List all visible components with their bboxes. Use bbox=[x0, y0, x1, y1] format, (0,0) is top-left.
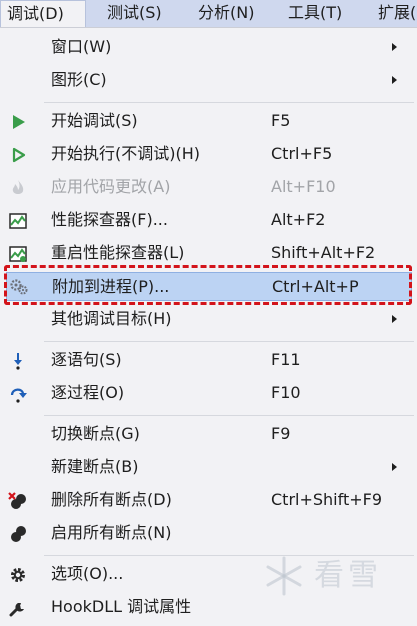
watermark-text: 看雪 bbox=[314, 558, 382, 593]
enable-breakpoints-icon bbox=[8, 525, 28, 543]
menu-item-label: 选项(O)... bbox=[51, 564, 124, 583]
menu-separator bbox=[44, 415, 414, 416]
flame-icon bbox=[8, 179, 28, 197]
menu-item-enable-all-breakpoints[interactable]: 启用所有断点(N) bbox=[0, 517, 417, 550]
play-outline-icon bbox=[8, 146, 28, 164]
menu-item-start-debugging[interactable]: 开始调试(S) F5 bbox=[0, 105, 417, 138]
menubar-extensions[interactable]: 扩展( bbox=[372, 0, 417, 27]
menu-item-apply-code-changes[interactable]: 应用代码更改(A) Alt+F10 bbox=[0, 171, 417, 204]
menu-item-label: 逐过程(O) bbox=[51, 383, 125, 402]
step-into-icon bbox=[8, 352, 28, 370]
menu-item-attach-to-process[interactable]: 附加到进程(P)... Ctrl+Alt+P bbox=[6, 272, 412, 301]
submenu-arrow-icon bbox=[392, 76, 397, 84]
menu-item-shortcut: F9 bbox=[271, 424, 291, 443]
menu-item-windows[interactable]: 窗口(W) bbox=[0, 31, 417, 64]
menu-item-delete-all-breakpoints[interactable]: 删除所有断点(D) Ctrl+Shift+F9 bbox=[0, 484, 417, 517]
submenu-arrow-icon bbox=[392, 315, 397, 323]
menu-item-shortcut: F11 bbox=[271, 350, 301, 369]
menu-item-toggle-breakpoint[interactable]: 切换断点(G) F9 bbox=[0, 418, 417, 451]
menu-item-label: 窗口(W) bbox=[51, 37, 112, 56]
menu-item-restart-performance-profiler[interactable]: 重启性能探查器(L) Shift+Alt+F2 bbox=[0, 237, 417, 270]
menu-item-step-into[interactable]: 逐语句(S) F11 bbox=[0, 344, 417, 377]
menu-item-shortcut: Alt+F2 bbox=[271, 210, 326, 229]
menu-item-label: 重启性能探查器(L) bbox=[51, 243, 185, 262]
submenu-arrow-icon bbox=[392, 463, 397, 471]
menubar-debug[interactable]: 调试(D) bbox=[0, 0, 86, 28]
menu-item-label: 逐语句(S) bbox=[51, 350, 122, 369]
watermark: 看雪 bbox=[258, 554, 398, 598]
menu-item-shortcut: F10 bbox=[271, 383, 301, 402]
gear-icon bbox=[8, 566, 28, 584]
gears-icon bbox=[9, 278, 29, 296]
menu-item-label: HookDLL 调试属性 bbox=[51, 597, 192, 616]
menu-item-shortcut: F5 bbox=[271, 111, 291, 130]
menu-item-label: 性能探查器(F)... bbox=[51, 210, 168, 229]
menu-item-new-breakpoint[interactable]: 新建断点(B) bbox=[0, 451, 417, 484]
performance-restart-icon bbox=[8, 245, 28, 263]
step-over-icon bbox=[8, 385, 28, 403]
menu-item-start-without-debugging[interactable]: 开始执行(不调试)(H) Ctrl+F5 bbox=[0, 138, 417, 171]
performance-chart-icon bbox=[8, 212, 28, 230]
menubar-analyze[interactable]: 分析(N) bbox=[192, 0, 260, 27]
menu-separator bbox=[44, 341, 414, 342]
menu-item-label: 附加到进程(P)... bbox=[52, 277, 170, 296]
menubar-tools[interactable]: 工具(T) bbox=[282, 0, 348, 27]
menu-item-other-debug-targets[interactable]: 其他调试目标(H) bbox=[0, 303, 417, 336]
menu-separator bbox=[44, 102, 414, 103]
menu-item-label: 开始调试(S) bbox=[51, 111, 138, 130]
menu-item-label: 新建断点(B) bbox=[51, 457, 139, 476]
menu-item-graphics[interactable]: 图形(C) bbox=[0, 64, 417, 97]
menu-item-label: 其他调试目标(H) bbox=[51, 309, 172, 328]
menu-item-label: 开始执行(不调试)(H) bbox=[51, 144, 201, 163]
submenu-arrow-icon bbox=[392, 43, 397, 51]
snowflake-icon bbox=[266, 556, 302, 596]
menu-item-label: 切换断点(G) bbox=[51, 424, 140, 443]
menu-item-performance-profiler[interactable]: 性能探查器(F)... Alt+F2 bbox=[0, 204, 417, 237]
debug-menu-dropdown: 窗口(W) 图形(C) 开始调试(S) F5 开始执行(不调试)(H) Ctrl… bbox=[0, 27, 417, 626]
menu-item-label: 图形(C) bbox=[51, 70, 107, 89]
play-icon bbox=[8, 113, 28, 131]
menu-item-label: 应用代码更改(A) bbox=[51, 177, 171, 196]
menu-bar: 调试(D) 测试(S) 分析(N) 工具(T) 扩展( bbox=[0, 0, 417, 28]
delete-breakpoints-icon bbox=[8, 492, 28, 510]
wrench-icon bbox=[8, 599, 28, 617]
menu-item-label: 删除所有断点(D) bbox=[51, 490, 172, 509]
menubar-test[interactable]: 测试(S) bbox=[101, 0, 168, 27]
menu-item-label: 启用所有断点(N) bbox=[51, 523, 172, 542]
menu-item-shortcut: Ctrl+F5 bbox=[271, 144, 333, 163]
menu-item-step-over[interactable]: 逐过程(O) F10 bbox=[0, 377, 417, 410]
menu-item-shortcut: Alt+F10 bbox=[271, 177, 336, 196]
menu-item-shortcut: Shift+Alt+F2 bbox=[271, 243, 376, 262]
menu-item-shortcut: Ctrl+Shift+F9 bbox=[271, 490, 383, 509]
menu-item-shortcut: Ctrl+Alt+P bbox=[272, 277, 359, 296]
